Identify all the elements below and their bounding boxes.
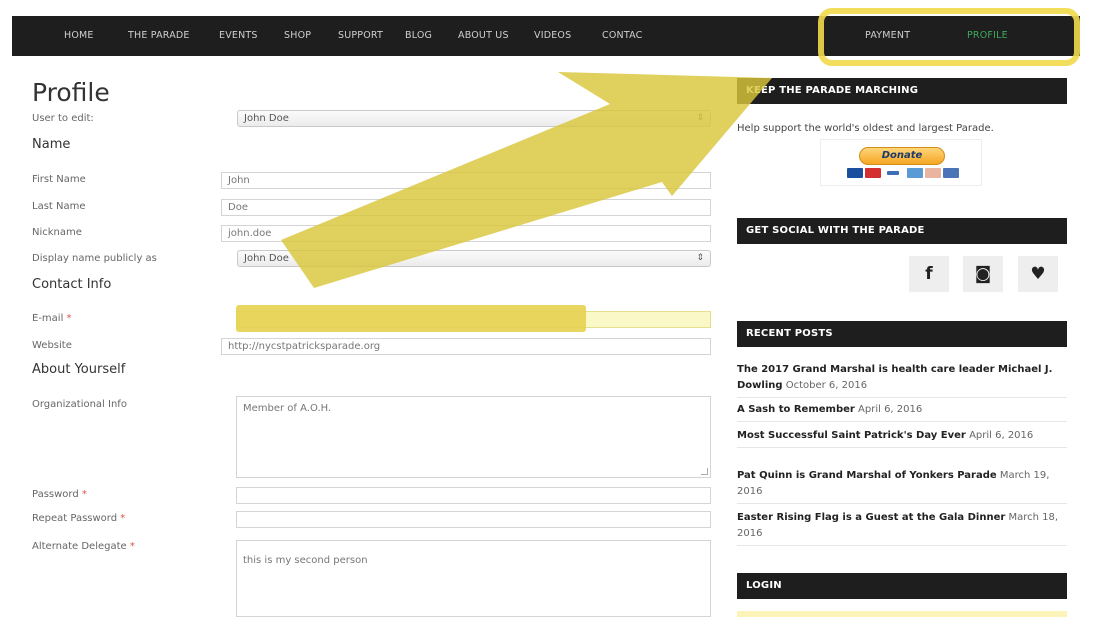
display-name-value: John Doe	[244, 253, 289, 264]
post-date: April 6, 2016	[969, 430, 1034, 441]
instagram-icon[interactable]: ◙	[963, 256, 1003, 292]
recent-post-item[interactable]: Pat Quinn is Grand Marshal of Yonkers Pa…	[737, 468, 1067, 504]
post-date: October 6, 2016	[785, 380, 868, 391]
last-name-input[interactable]: Doe	[221, 199, 711, 216]
alternate-delegate-textarea[interactable]: this is my second person	[236, 540, 711, 617]
first-name-input[interactable]: John	[221, 172, 711, 189]
password-input[interactable]	[236, 487, 711, 504]
nav-about-us[interactable]: ABOUT US	[458, 16, 509, 56]
required-mark: *	[81, 489, 87, 500]
select-caret-icon: ⇕	[696, 113, 704, 123]
contact-info-heading: Contact Info	[32, 277, 112, 292]
page-title: Profile	[32, 78, 110, 107]
support-widget-heading: KEEP THE PARADE MARCHING	[737, 78, 1067, 104]
login-form-strip	[737, 611, 1067, 617]
email-label: E-mail *	[32, 313, 72, 324]
facebook-icon[interactable]: f	[909, 256, 949, 292]
required-mark: *	[66, 313, 72, 324]
display-name-select[interactable]: John Doe ⇕	[237, 250, 711, 267]
alternate-delegate-label-text: Alternate Delegate	[32, 541, 127, 552]
post-date: April 6, 2016	[858, 404, 923, 415]
nav-home[interactable]: HOME	[64, 16, 94, 56]
nav-videos[interactable]: VIDEOS	[534, 16, 571, 56]
select-caret-icon: ⇕	[696, 253, 704, 263]
recent-posts-heading: RECENT POSTS	[737, 321, 1067, 347]
repeat-password-label-text: Repeat Password	[32, 513, 118, 524]
donate-button[interactable]: Donate	[820, 139, 982, 186]
website-label: Website	[32, 340, 72, 351]
support-text: Help support the world's oldest and larg…	[737, 123, 994, 134]
organizational-info-label: Organizational Info	[32, 399, 127, 410]
required-mark: *	[120, 513, 126, 524]
resize-grip-icon[interactable]	[701, 468, 708, 475]
post-title: Easter Rising Flag is a Guest at the Gal…	[737, 512, 1006, 523]
post-title: Pat Quinn is Grand Marshal of Yonkers Pa…	[737, 470, 997, 481]
user-to-edit-label: User to edit:	[32, 113, 94, 124]
nav-events[interactable]: EVENTS	[219, 16, 258, 56]
annotation-highlight-box	[818, 8, 1080, 66]
alternate-delegate-value: this is my second person	[243, 555, 368, 566]
repeat-password-label: Repeat Password *	[32, 513, 125, 524]
twitter-icon[interactable]: ♥	[1018, 256, 1058, 292]
social-widget-heading: GET SOCIAL WITH THE PARADE	[737, 218, 1067, 244]
recent-post-item[interactable]: Easter Rising Flag is a Guest at the Gal…	[737, 510, 1067, 546]
post-title: Most Successful Saint Patrick's Day Ever	[737, 430, 966, 441]
name-heading: Name	[32, 137, 71, 152]
nav-blog[interactable]: BLOG	[405, 16, 432, 56]
post-title: The 2017 Grand Marshal is health care le…	[737, 364, 1053, 391]
website-input[interactable]: http://nycstpatricksparade.org	[221, 338, 711, 355]
required-mark: *	[129, 541, 135, 552]
nav-support[interactable]: SUPPORT	[338, 16, 383, 56]
nickname-label: Nickname	[32, 227, 82, 238]
donate-label: Donate	[859, 147, 945, 165]
nav-shop[interactable]: SHOP	[284, 16, 311, 56]
password-label: Password *	[32, 489, 87, 500]
password-label-text: Password	[32, 489, 79, 500]
alternate-delegate-label: Alternate Delegate *	[32, 541, 135, 552]
recent-post-item[interactable]: Most Successful Saint Patrick's Day Ever…	[737, 428, 1067, 448]
user-to-edit-value: John Doe	[244, 113, 289, 124]
last-name-label: Last Name	[32, 201, 86, 212]
organizational-info-textarea[interactable]: Member of A.O.H.	[236, 396, 711, 478]
user-to-edit-select[interactable]: John Doe ⇕	[237, 110, 711, 127]
login-widget-heading: LOGIN	[737, 573, 1067, 599]
nav-contact[interactable]: CONTAC	[602, 16, 642, 56]
repeat-password-input[interactable]	[236, 511, 711, 528]
recent-post-item[interactable]: The 2017 Grand Marshal is health care le…	[737, 362, 1067, 398]
annotation-redaction	[236, 305, 586, 332]
organizational-info-value: Member of A.O.H.	[243, 403, 332, 414]
first-name-label: First Name	[32, 174, 86, 185]
email-label-text: E-mail	[32, 313, 64, 324]
nav-the-parade[interactable]: THE PARADE	[128, 16, 190, 56]
about-yourself-heading: About Yourself	[32, 362, 126, 377]
payment-cards-icon	[847, 168, 967, 178]
display-name-label: Display name publicly as	[32, 253, 157, 264]
recent-post-item[interactable]: A Sash to Remember April 6, 2016	[737, 402, 1067, 422]
post-title: A Sash to Remember	[737, 404, 855, 415]
nickname-input[interactable]: john.doe	[221, 225, 711, 242]
